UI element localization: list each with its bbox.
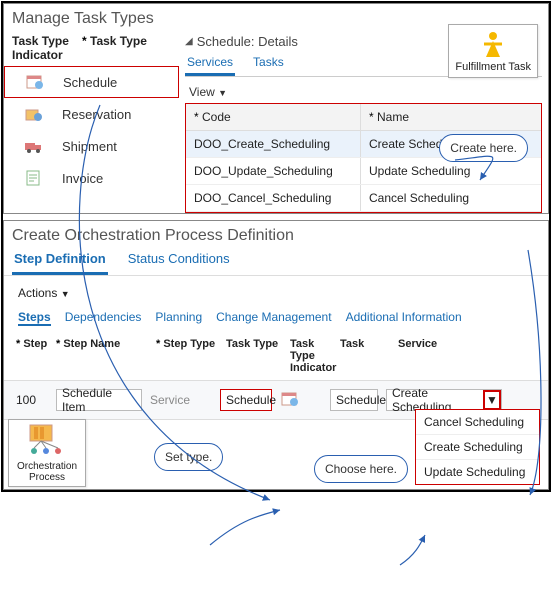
chevron-down-icon: ▼: [218, 88, 227, 98]
cell-step-type: Service: [146, 391, 216, 409]
service-dropdown: Cancel Scheduling Create Scheduling Upda…: [415, 409, 540, 485]
task-label: Invoice: [62, 171, 103, 186]
orchestration-process-badge: Orchestration Process: [8, 419, 86, 487]
task-type-input[interactable]: Schedule: [220, 389, 272, 411]
service-select[interactable]: Create Scheduling ▼: [386, 389, 502, 411]
task-row-schedule[interactable]: Schedule: [4, 66, 179, 98]
callout-set-type: Set type.: [154, 443, 223, 471]
task-label: Reservation: [62, 107, 131, 122]
col-task-type: Task Type: [222, 336, 286, 376]
grid-row[interactable]: DOO_Cancel_Scheduling Cancel Scheduling: [186, 185, 541, 212]
tab-step-definition[interactable]: Step Definition: [12, 247, 108, 275]
tab-status-conditions[interactable]: Status Conditions: [126, 247, 232, 275]
task-input[interactable]: Schedule: [330, 389, 378, 411]
col-service: Service: [394, 336, 504, 376]
view-menu[interactable]: View ▼: [185, 77, 542, 103]
cell-step: 100: [12, 391, 52, 409]
manage-task-types-panel: Manage Task Types Task Type Indicator Ta…: [3, 3, 549, 214]
grid-row[interactable]: DOO_Update_Scheduling Update Scheduling: [186, 158, 541, 185]
subtab-additional-info[interactable]: Additional Information: [346, 310, 462, 326]
cell-task-indicator: [276, 388, 326, 413]
reservation-icon: [24, 105, 44, 123]
schedule-icon: [25, 73, 45, 91]
col-code[interactable]: Code: [186, 104, 361, 130]
collapse-icon[interactable]: ◢: [185, 36, 193, 47]
actions-menu[interactable]: Actions ▼: [4, 276, 548, 310]
col-task: Task: [336, 336, 394, 376]
orchestration-process-panel: Create Orchestration Process Definition …: [3, 220, 549, 490]
tab-services[interactable]: Services: [185, 55, 235, 76]
dropdown-option[interactable]: Update Scheduling: [416, 460, 539, 484]
task-row-reservation[interactable]: Reservation: [4, 98, 179, 130]
col-task-type-indicator: Task Type Indicator: [12, 34, 82, 62]
col-task-type-indicator: Task Type Indicator: [286, 336, 336, 376]
step-name-input[interactable]: Schedule Item: [56, 389, 142, 411]
callout-choose-here: Choose here.: [314, 455, 408, 483]
task-row-shipment[interactable]: Shipment: [4, 130, 179, 162]
page-title: Create Orchestration Process Definition: [4, 221, 548, 247]
subtab-dependencies[interactable]: Dependencies: [65, 310, 142, 326]
col-step-type: Step Type: [152, 336, 222, 376]
col-step: Step: [12, 336, 52, 376]
col-task-type: Task Type: [82, 34, 147, 62]
task-row-invoice[interactable]: Invoice: [4, 162, 179, 194]
col-step-name: Step Name: [52, 336, 152, 376]
shipment-icon: [24, 137, 44, 155]
invoice-icon: [24, 169, 44, 187]
schedule-icon: [280, 390, 300, 408]
callout-create-here: Create here.: [439, 134, 528, 162]
subtab-planning[interactable]: Planning: [155, 310, 202, 326]
fulfillment-task-badge: Fulfillment Task: [448, 24, 538, 78]
dropdown-arrow-icon[interactable]: ▼: [483, 390, 501, 410]
task-label: Shipment: [62, 139, 117, 154]
task-label: Schedule: [63, 75, 117, 90]
tab-tasks[interactable]: Tasks: [251, 55, 286, 76]
col-name[interactable]: Name: [361, 104, 541, 130]
dropdown-option[interactable]: Cancel Scheduling: [416, 410, 539, 435]
subtab-steps[interactable]: Steps: [18, 310, 51, 326]
chevron-down-icon: ▼: [61, 289, 70, 299]
subtab-change-management[interactable]: Change Management: [216, 310, 331, 326]
dropdown-option[interactable]: Create Scheduling: [416, 435, 539, 460]
